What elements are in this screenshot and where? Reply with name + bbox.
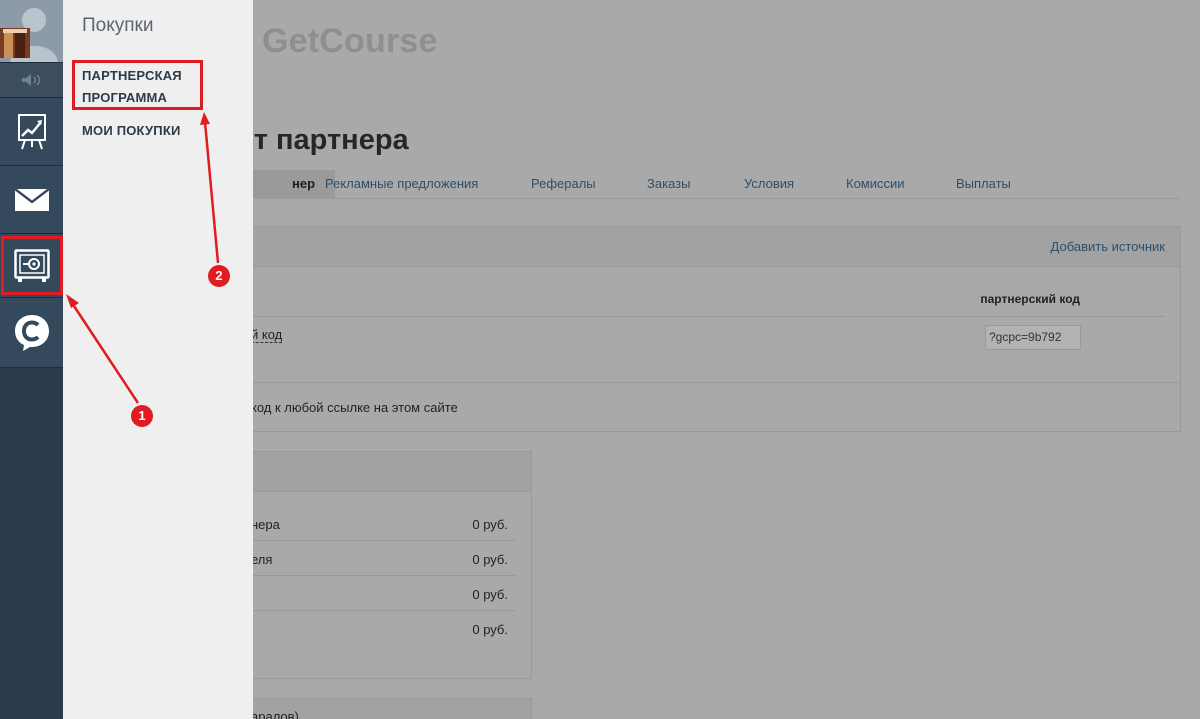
annotation-badge-2: 2: [208, 265, 230, 287]
stat-value: 0 руб.: [472, 552, 508, 567]
avatar-icon: [0, 0, 63, 62]
sources-footer-text: код к любой ссылке на этом сайте: [251, 400, 458, 415]
brand-logo: GetCourse: [262, 22, 438, 60]
page-title: ет партнера: [238, 124, 409, 156]
tab-referrals[interactable]: Рефералы: [531, 170, 596, 198]
stat-value: 0 руб.: [472, 517, 508, 532]
sound-toggle[interactable]: [0, 63, 63, 98]
tab-orders[interactable]: Заказы: [647, 170, 690, 198]
speaker-icon: [21, 74, 40, 86]
flyout-title: Покупки: [82, 15, 154, 36]
left-nav-rail: [0, 0, 63, 719]
chat-icon: [14, 314, 49, 351]
tab-commissions[interactable]: Комиссии: [846, 170, 905, 198]
stat-value: 0 руб.: [472, 587, 508, 602]
partner-code-label[interactable]: й код: [251, 327, 283, 343]
tab-conditions[interactable]: Условия: [744, 170, 794, 198]
wallet-highlight-box: [1, 236, 63, 295]
tab-payouts[interactable]: Выплаты: [956, 170, 1011, 198]
stat-label: нера: [251, 517, 280, 532]
add-source-link[interactable]: Добавить источник: [1051, 239, 1165, 254]
chart-icon: [17, 113, 46, 149]
stat-label: еля: [251, 552, 273, 567]
nav-getcourse-chat[interactable]: [0, 298, 63, 368]
partner-code-column-header: партнерский код: [980, 292, 1080, 306]
partner-code-field[interactable]: ?gcpc=9b792: [985, 325, 1081, 350]
menu-item-my-purchases[interactable]: МОИ ПОКУПКИ: [82, 120, 181, 142]
user-avatar[interactable]: [0, 0, 63, 63]
mail-icon: [14, 188, 49, 211]
nav-statistics[interactable]: [0, 98, 63, 166]
partner-program-highlight-box: [72, 60, 203, 110]
partner-tabs: нер Рекламные предложения Рефералы Заказ…: [200, 170, 1180, 199]
nav-messages[interactable]: [0, 166, 63, 234]
sources-panel-header: Добавить источник: [201, 227, 1180, 267]
sources-panel: Добавить источник партнерский код й код …: [200, 226, 1181, 432]
tab-ad-offers[interactable]: Рекламные предложения: [325, 170, 478, 198]
divider: [201, 382, 1180, 383]
stat-value: 0 руб.: [472, 622, 508, 637]
divider: [201, 316, 1165, 317]
annotation-badge-1: 1: [131, 405, 153, 427]
referrals-panel-title: аралов): [251, 709, 299, 719]
